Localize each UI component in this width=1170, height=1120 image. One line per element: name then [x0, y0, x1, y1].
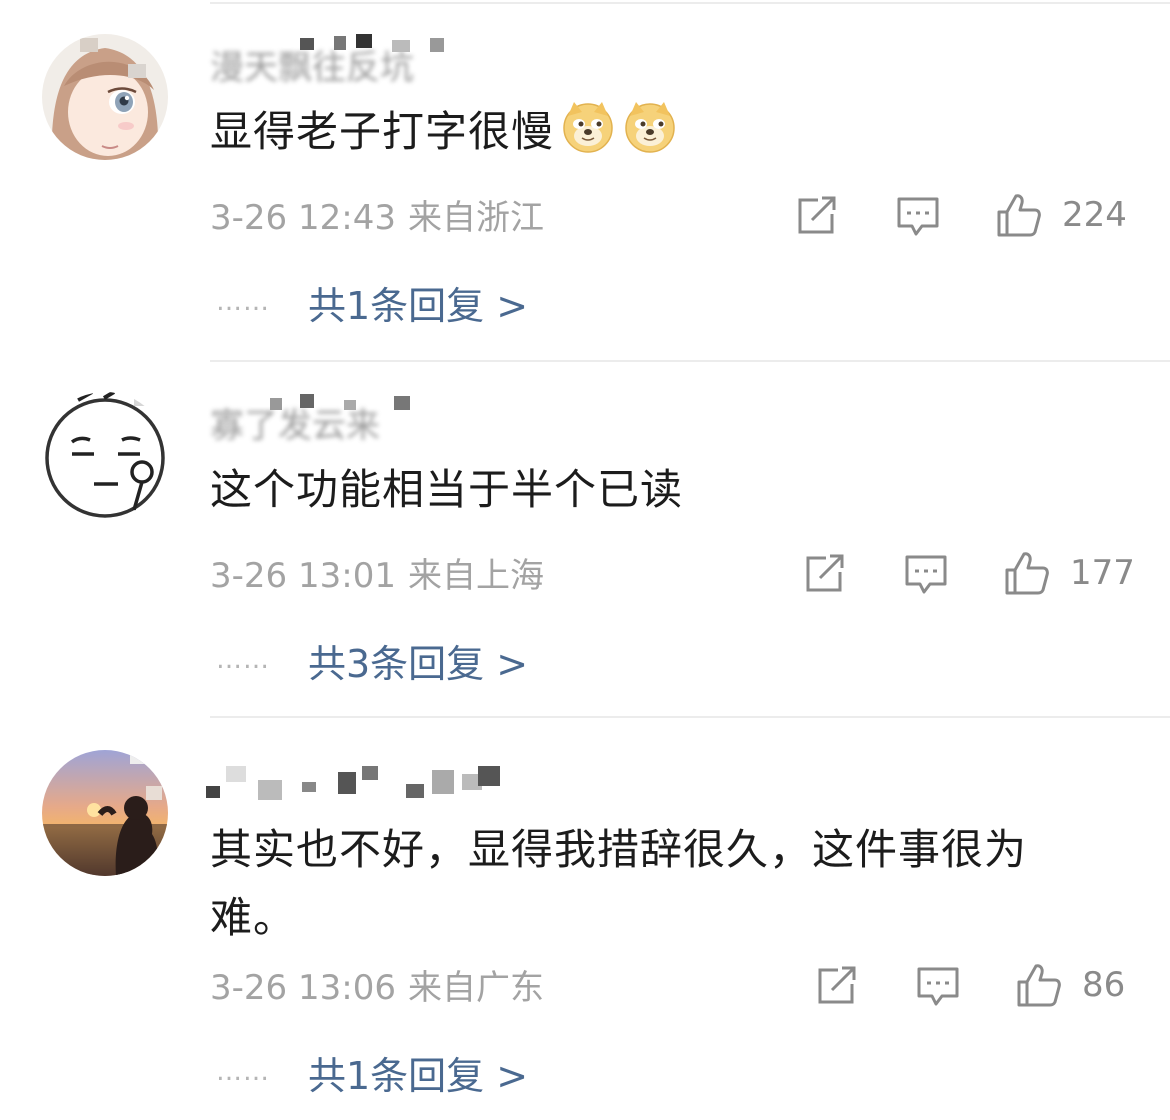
comment-text-content: 显得老子打字很慢	[210, 107, 555, 156]
repost-button[interactable]	[804, 554, 846, 594]
username-mosaic	[270, 394, 410, 410]
like-count: 177	[1070, 553, 1135, 593]
timestamp: 3-26 13:06	[210, 968, 396, 1008]
repost-button[interactable]	[816, 966, 858, 1006]
divider	[210, 716, 1170, 718]
location: 来自广东	[407, 968, 544, 1008]
share-square-icon	[798, 196, 836, 234]
comment-text: 显得老子打字很慢	[210, 98, 1110, 166]
reply-dots: ……	[216, 645, 270, 675]
username-mosaic	[300, 34, 444, 52]
view-replies-link[interactable]: 共1条回复 >	[308, 1045, 528, 1100]
username-mosaic	[206, 766, 500, 800]
like-button[interactable]: 224	[996, 192, 1127, 238]
comment-text: 这个功能相当于半个已读	[210, 456, 1110, 524]
thumbs-up-icon	[1005, 552, 1049, 595]
comment-text-content: 其实也不好，显得我措辞很久，这件事很为难。	[210, 825, 1028, 942]
share-square-icon	[806, 554, 844, 592]
location: 来自浙江	[407, 198, 544, 238]
comment-button[interactable]	[916, 966, 960, 1008]
comment-feed: 漫天飘往反坑 显得老子打字很慢 3-26 12:43 来自浙江 224 …… 共…	[0, 0, 1170, 1120]
comment-text-content: 这个功能相当于半个已读	[210, 465, 684, 514]
like-button[interactable]: 86	[1016, 962, 1125, 1008]
avatar[interactable]	[42, 392, 168, 518]
comment-text: 其实也不好，显得我措辞很久，这件事很为难。	[210, 816, 1110, 952]
comment-bubble-icon	[897, 197, 939, 236]
doge-emoji-icon	[563, 102, 613, 153]
repost-button[interactable]	[796, 196, 838, 236]
timestamp: 3-26 12:43	[210, 198, 396, 238]
timestamp: 3-26 13:01	[210, 556, 396, 596]
thumbs-up-icon	[1017, 964, 1061, 1007]
like-button[interactable]: 177	[1004, 550, 1135, 596]
comment-button[interactable]	[904, 554, 948, 596]
avatar[interactable]	[42, 750, 168, 876]
share-square-icon	[818, 966, 856, 1004]
comment-meta: 3-26 13:06 来自广东	[210, 966, 544, 1010]
comment-bubble-icon	[905, 555, 947, 594]
comment-button[interactable]	[896, 196, 940, 238]
view-replies-link[interactable]: 共1条回复 >	[308, 275, 528, 330]
thumbs-up-icon	[997, 194, 1041, 237]
location: 来自上海	[407, 556, 544, 596]
divider	[210, 2, 1170, 4]
reply-row: …… 共1条回复 >	[216, 1046, 528, 1098]
doge-emoji-icon	[625, 102, 675, 153]
reply-row: …… 共3条回复 >	[216, 634, 528, 686]
like-count: 86	[1082, 965, 1126, 1005]
like-count: 224	[1062, 195, 1127, 235]
comment-bubble-icon	[917, 967, 959, 1006]
divider	[210, 360, 1170, 362]
comment-meta: 3-26 13:01 来自上海	[210, 554, 544, 598]
avatar[interactable]	[42, 34, 168, 160]
comment-meta: 3-26 12:43 来自浙江	[210, 196, 544, 240]
reply-row: …… 共1条回复 >	[216, 276, 528, 328]
reply-dots: ……	[216, 1057, 270, 1087]
view-replies-link[interactable]: 共3条回复 >	[308, 633, 528, 688]
reply-dots: ……	[216, 287, 270, 317]
